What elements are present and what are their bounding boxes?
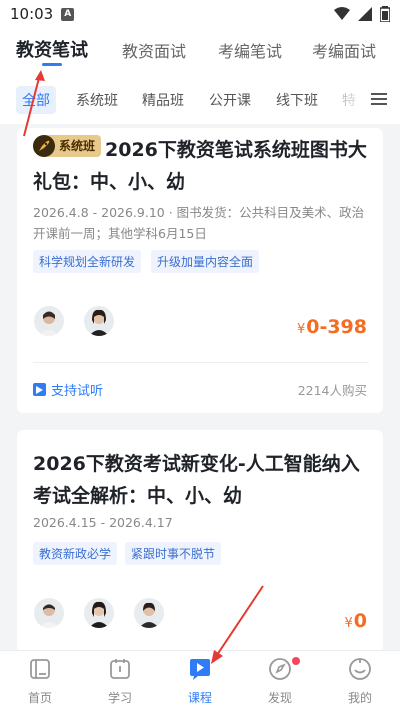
- teacher-avatar: [34, 306, 64, 336]
- trial-badge[interactable]: 支持试听: [33, 380, 103, 399]
- course-title: 系统班 2026下教资笔试系统班图书大礼包：中、小、幼: [33, 134, 369, 198]
- bottom-navigation: 首页 学习 课程 发现 我的: [0, 650, 400, 710]
- wifi-icon: [334, 7, 350, 20]
- status-time: 10:03: [10, 5, 54, 23]
- active-tab-indicator: [42, 63, 62, 66]
- teacher-avatar: [84, 306, 114, 336]
- course-title: 2026下教资考试新变化-人工智能纳入考试全解析：中、小、幼: [33, 453, 360, 507]
- course-tag: 科学规划全新研发: [33, 250, 142, 273]
- battery-icon: [380, 6, 390, 22]
- status-bar: 10:03 A: [0, 0, 400, 28]
- rocket-icon: [33, 135, 55, 157]
- buyer-count: 2214人购买: [297, 383, 367, 398]
- home-book-icon: [30, 659, 50, 679]
- nav-course[interactable]: 课程: [160, 651, 240, 710]
- category-fade: [342, 82, 368, 118]
- nav-discover[interactable]: 发现: [240, 651, 320, 710]
- nav-course-label: 课程: [187, 691, 212, 705]
- nav-home[interactable]: 首页: [0, 651, 80, 710]
- nav-home-label: 首页: [27, 691, 52, 705]
- category-public[interactable]: 公开课: [209, 90, 251, 110]
- tab-staff-written[interactable]: 考编笔试: [218, 38, 282, 62]
- status-icons: [334, 6, 390, 22]
- notification-icon: A: [61, 7, 75, 21]
- category-offline[interactable]: 线下班: [276, 90, 318, 110]
- system-class-badge: 系统班: [33, 135, 102, 157]
- tab-teacher-interview[interactable]: 教资面试: [122, 38, 186, 62]
- category-all[interactable]: 全部: [16, 86, 56, 114]
- course-tag: 升级加量内容全面: [151, 250, 260, 273]
- nav-study[interactable]: 学习: [80, 651, 160, 710]
- trial-label: 支持试听: [51, 384, 104, 399]
- course-meta: 2026.4.8 - 2026.9.10 · 图书发货：公共科目及美术、政治开课…: [33, 205, 365, 241]
- tab-teacher-written[interactable]: 教资笔试: [16, 36, 88, 62]
- course-tag: 紧跟时事不脱节: [125, 542, 222, 565]
- tab-staff-interview[interactable]: 考编面试: [312, 38, 376, 62]
- category-bar: 全部 系统班 精品班 公开课 线下班 特: [0, 72, 400, 124]
- teacher-avatar: [84, 598, 114, 628]
- course-price: ¥0-398: [296, 316, 367, 338]
- play-icon: [33, 383, 46, 396]
- category-menu-icon[interactable]: [370, 90, 388, 108]
- teacher-avatar: [34, 598, 64, 628]
- teacher-avatar: [134, 598, 164, 628]
- course-card[interactable]: 系统班 2026下教资笔试系统班图书大礼包：中、小、幼 2026.4.8 - 2…: [17, 128, 383, 413]
- signal-icon: [358, 7, 372, 21]
- study-icon: [110, 659, 130, 679]
- discover-compass-icon: [269, 658, 291, 680]
- course-price: ¥0: [344, 610, 367, 632]
- category-premium[interactable]: 精品班: [142, 90, 184, 110]
- course-play-icon: [190, 659, 210, 680]
- category-system[interactable]: 系统班: [76, 90, 118, 110]
- profile-smile-icon: [349, 658, 371, 680]
- nav-discover-label: 发现: [267, 691, 292, 705]
- nav-study-label: 学习: [107, 691, 132, 705]
- card-divider: [33, 362, 369, 363]
- course-card[interactable]: 2026下教资考试新变化-人工智能纳入考试全解析：中、小、幼 2026.4.15…: [17, 430, 383, 660]
- course-meta: 2026.4.15 - 2026.4.17: [33, 515, 173, 530]
- course-tag: 教资新政必学: [33, 542, 118, 565]
- nav-profile[interactable]: 我的: [320, 651, 400, 710]
- nav-profile-label: 我的: [347, 691, 372, 705]
- notification-dot: [292, 657, 300, 665]
